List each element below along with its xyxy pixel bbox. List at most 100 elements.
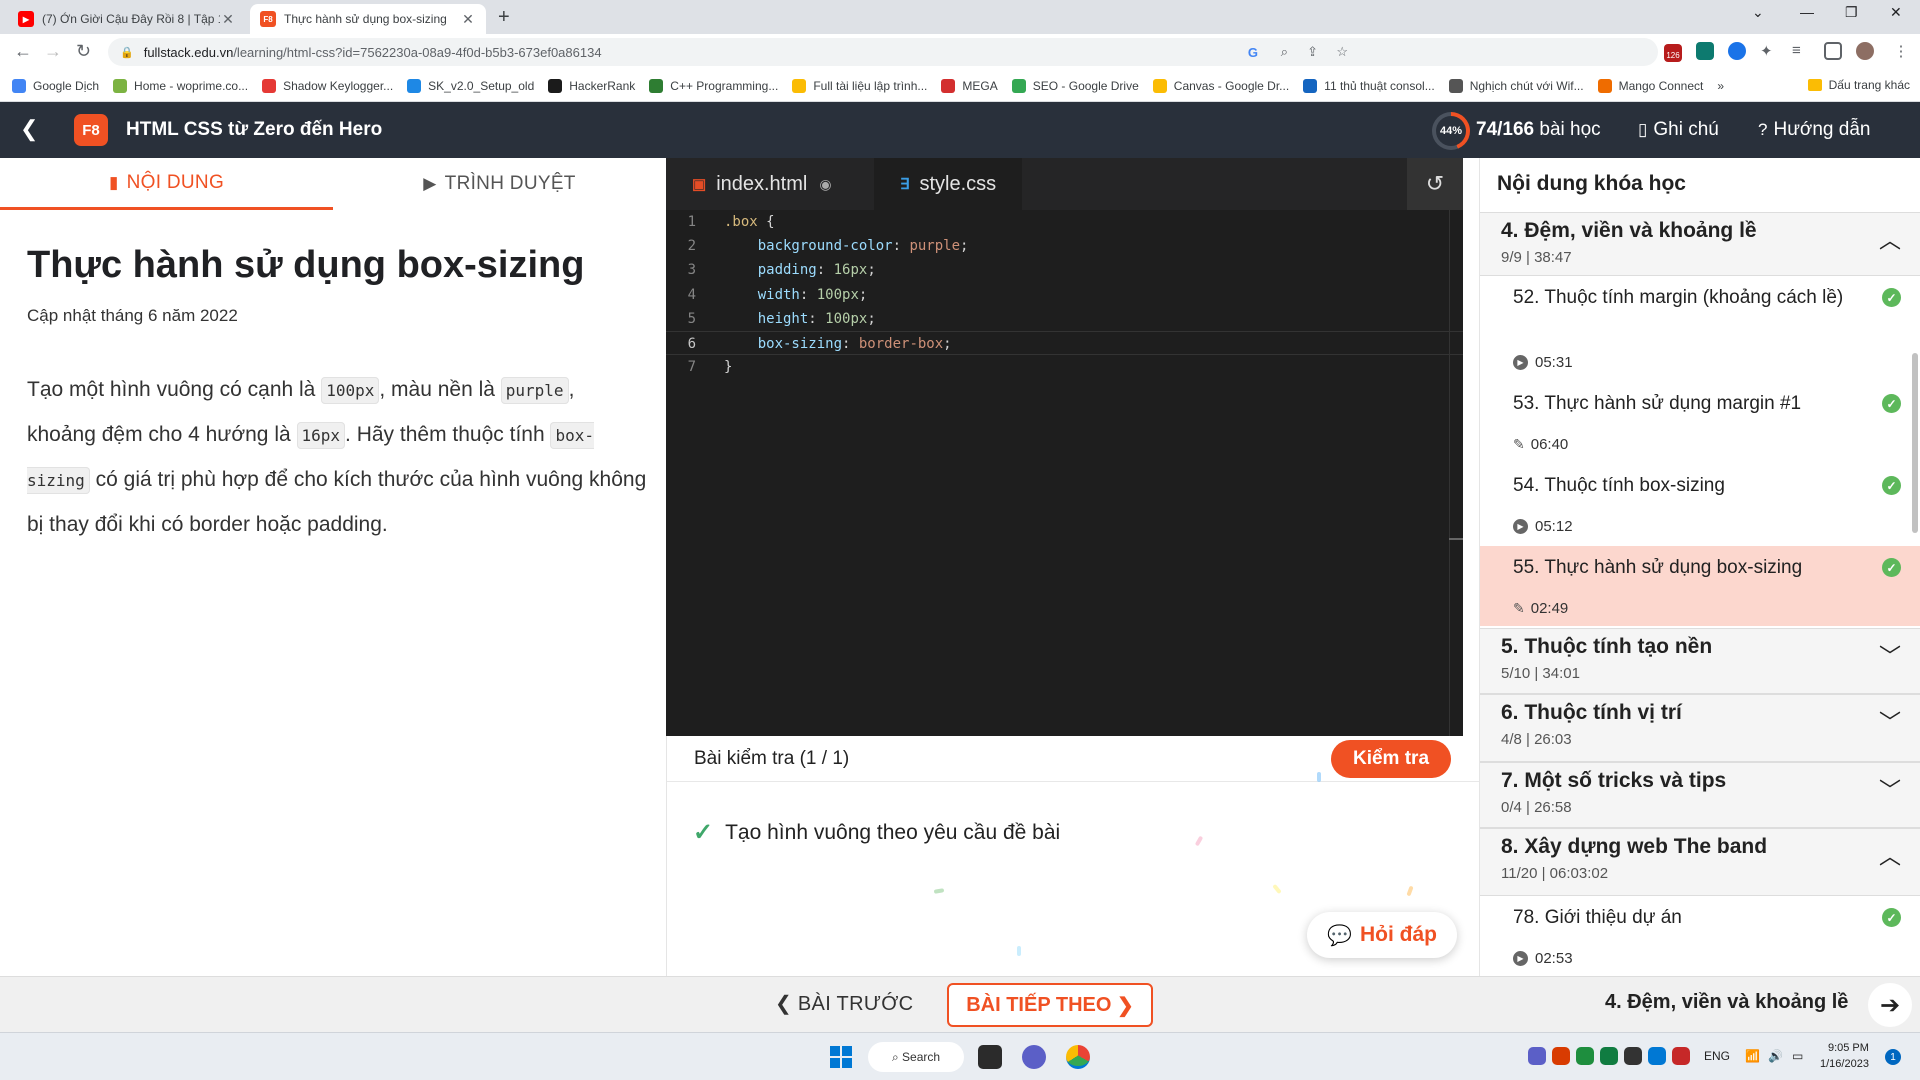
windows-start-icon[interactable] xyxy=(830,1046,852,1068)
share-icon[interactable]: ⇪ xyxy=(1307,44,1318,60)
tab-content[interactable]: ▮ NỘI DUNG xyxy=(0,158,333,210)
reading-list-icon[interactable]: ≡ xyxy=(1792,42,1810,60)
language-indicator[interactable]: ENG xyxy=(1704,1049,1730,1063)
bookmark-item[interactable]: SK_v2.0_Setup_old xyxy=(407,78,534,93)
taskbar-search[interactable]: ⌕ Search xyxy=(868,1042,964,1072)
current-section-label[interactable]: 4. Đệm, viền và khoảng lề xyxy=(1605,991,1848,1014)
sidebar-scrollbar[interactable] xyxy=(1912,353,1918,533)
eye-icon[interactable]: ◉ xyxy=(819,176,831,193)
code-line[interactable]: 1 .box { xyxy=(666,210,1463,234)
code-line[interactable]: 7} xyxy=(666,355,1463,379)
bookmark-item[interactable]: Nghịch chút với Wif... xyxy=(1448,78,1584,93)
close-tab-icon[interactable]: ✕ xyxy=(460,11,476,28)
section-header[interactable]: 6. Thuộc tính vị trí 4/8 | 26:03 ﹀ xyxy=(1480,694,1920,762)
tray-app-icon[interactable] xyxy=(1576,1047,1594,1065)
volume-icon[interactable]: 🔊 xyxy=(1768,1049,1783,1063)
battery-icon[interactable]: ▭ xyxy=(1792,1049,1803,1063)
lesson-item[interactable]: 52. Thuộc tính margin (khoảng cách lề) ▶… xyxy=(1480,276,1920,382)
extension-badge-icon[interactable]: 126 xyxy=(1664,44,1682,62)
extension-icon[interactable] xyxy=(1696,42,1714,60)
notes-button[interactable]: ▯ Ghi chú xyxy=(1638,119,1719,141)
editor-scrollbar[interactable] xyxy=(1449,210,1463,736)
bookmark-favicon-icon xyxy=(262,78,277,93)
code-line[interactable]: 3 padding: 16px; xyxy=(666,258,1463,282)
close-window-button[interactable]: ✕ xyxy=(1890,4,1902,21)
close-tab-icon[interactable]: ✕ xyxy=(220,11,236,28)
bookmark-item[interactable]: 11 thủ thuật consol... xyxy=(1303,78,1435,93)
notification-badge[interactable]: 1 xyxy=(1885,1049,1901,1065)
tray-app-icon[interactable] xyxy=(1528,1047,1546,1065)
lesson-item[interactable]: 54. Thuộc tính box-sizing ▶ 05:12 ✓ xyxy=(1480,464,1920,546)
browser-tab-youtube[interactable]: ▶ (7) Ớn Giời Cậu Đây Rồi 8 | Tập 1 ✕ xyxy=(8,4,246,34)
lesson-item[interactable]: 78. Giới thiệu dự án ▶ 02:53 ✓ xyxy=(1480,896,1920,976)
lesson-item-active[interactable]: 55. Thực hành sử dụng box-sizing ✎ 02:49 … xyxy=(1480,546,1920,626)
code-editor[interactable]: ▣ index.html ◉ ∃ style.css ↺ 1 .box {2 ba… xyxy=(666,158,1463,736)
zoom-icon[interactable]: ⌕ xyxy=(1281,44,1288,60)
code-line[interactable]: 6 box-sizing: border-box; xyxy=(666,330,1463,356)
css-property: box-sizing xyxy=(757,335,843,352)
lesson-title: Thực hành sử dụng box-sizing xyxy=(27,244,585,286)
code-line[interactable]: 4 width: 100px; xyxy=(666,283,1463,307)
guide-button[interactable]: ? Hướng dẫn xyxy=(1758,119,1870,141)
system-clock[interactable]: 9:05 PM 1/16/2023 xyxy=(1820,1040,1869,1072)
extension-icon[interactable] xyxy=(1728,42,1746,60)
bookmark-item[interactable]: Home - woprime.co... xyxy=(113,78,248,93)
tray-app-icon[interactable] xyxy=(1648,1047,1666,1065)
profile-avatar[interactable] xyxy=(1856,42,1874,60)
tray-app-icon[interactable] xyxy=(1672,1047,1690,1065)
teams-chat-icon[interactable] xyxy=(1022,1045,1046,1069)
lesson-name: 54. Thuộc tính box-sizing xyxy=(1513,475,1725,496)
other-bookmarks-folder[interactable]: Dấu trang khác xyxy=(1807,78,1910,92)
back-arrow-icon[interactable]: ← xyxy=(14,41,32,62)
section-header[interactable]: 8. Xây dựng web The band 11/20 | 06:03:0… xyxy=(1480,828,1920,896)
bookmark-item[interactable]: HackerRank xyxy=(548,78,635,93)
tray-app-icon[interactable] xyxy=(1624,1047,1642,1065)
code-line[interactable]: 5 height: 100px; xyxy=(666,307,1463,331)
back-chevron-icon[interactable]: ❮ xyxy=(20,116,38,142)
section-header[interactable]: 7. Một số tricks và tips 0/4 | 26:58 ﹀ xyxy=(1480,762,1920,828)
tab-index-html[interactable]: ▣ index.html ◉ xyxy=(666,158,858,210)
new-tab-button[interactable]: + xyxy=(498,6,510,29)
code-lines[interactable]: 1 .box {2 background-color: purple; 3 padd… xyxy=(666,210,1463,379)
bookmark-item[interactable]: Full tài liệu lập trình... xyxy=(792,78,927,93)
bookmark-item[interactable]: Shadow Keylogger... xyxy=(262,78,393,93)
tray-app-icon[interactable] xyxy=(1600,1047,1618,1065)
tab-browser[interactable]: ▶ TRÌNH DUYỆT xyxy=(333,158,666,210)
bookmark-item[interactable]: C++ Programming... xyxy=(649,78,778,93)
bookmark-item[interactable]: SEO - Google Drive xyxy=(1011,78,1139,93)
prev-lesson-button[interactable]: ❮ BÀI TRƯỚC xyxy=(775,991,913,1016)
address-bar[interactable]: 🔒 fullstack.edu.vn /learning/html-css?id… xyxy=(108,38,1658,66)
bookmark-item[interactable]: MEGA xyxy=(941,78,998,93)
minimize-button[interactable]: — xyxy=(1800,4,1814,20)
reload-icon[interactable]: ↻ xyxy=(76,41,91,62)
bookmarks-overflow-button[interactable]: » xyxy=(1717,79,1724,93)
lesson-item[interactable]: 53. Thực hành sử dụng margin #1 ✎ 06:40 ✓ xyxy=(1480,382,1920,464)
bookmark-item[interactable]: Google Dịch xyxy=(12,78,99,93)
next-lesson-button[interactable]: BÀI TIẾP THEO ❯ xyxy=(947,983,1153,1027)
tray-app-icon[interactable] xyxy=(1552,1047,1570,1065)
bookmark-item[interactable]: Canvas - Google Dr... xyxy=(1152,78,1289,93)
side-panel-icon[interactable] xyxy=(1824,42,1842,60)
bookmark-favicon-icon xyxy=(649,78,664,93)
task-view-icon[interactable] xyxy=(978,1045,1002,1069)
bookmark-item[interactable]: Mango Connect xyxy=(1597,78,1703,93)
reset-code-button[interactable]: ↺ xyxy=(1407,158,1463,210)
maximize-button[interactable]: ❐ xyxy=(1845,4,1858,21)
code-line[interactable]: 2 background-color: purple; xyxy=(666,234,1463,258)
section-header[interactable]: 4. Đệm, viền và khoảng lề 9/9 | 38:47 ︿ xyxy=(1480,212,1920,276)
qa-button[interactable]: 💬 Hỏi đáp xyxy=(1307,912,1457,958)
check-button[interactable]: Kiểm tra xyxy=(1331,740,1451,778)
wifi-icon[interactable]: 📶 xyxy=(1745,1049,1760,1063)
toggle-sidebar-arrow-icon[interactable]: ➔ xyxy=(1868,983,1912,1027)
google-icon[interactable]: G xyxy=(1248,45,1258,60)
chrome-icon[interactable] xyxy=(1066,1045,1090,1069)
tab-style-css[interactable]: ∃ style.css xyxy=(874,158,1023,210)
menu-kebab-icon[interactable]: ⋮ xyxy=(1892,42,1910,60)
puzzle-icon[interactable]: ✦ xyxy=(1760,42,1778,60)
browser-tab-active[interactable]: F8 Thực hành sử dụng box-sizing ✕ xyxy=(250,4,486,34)
section-header[interactable]: 5. Thuộc tính tạo nền 5/10 | 34:01 ﹀ xyxy=(1480,628,1920,694)
f8-logo[interactable]: F8 xyxy=(74,114,108,146)
forward-arrow-icon[interactable]: → xyxy=(44,41,62,62)
bookmark-star-icon[interactable]: ☆ xyxy=(1336,44,1348,60)
tab-search-icon[interactable]: ⌄ xyxy=(1752,4,1764,21)
